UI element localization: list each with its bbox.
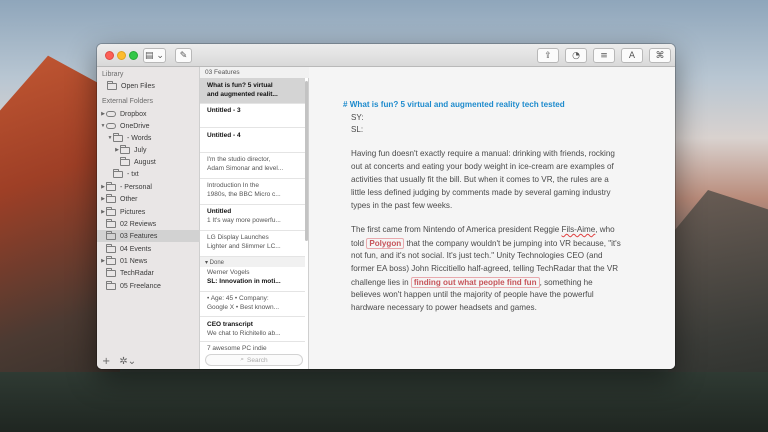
folder-icon	[113, 168, 123, 178]
search-icon: ⌕	[240, 356, 245, 363]
folder-icon	[106, 218, 116, 228]
note-item[interactable]: What is fun? 5 virtual and augmented rea…	[200, 78, 305, 104]
sidebar-item-05-freelance[interactable]: 05 Freelance	[97, 280, 200, 292]
paragraph-line: types in the past few weeks.	[351, 201, 453, 210]
sidebar-item-onedrive[interactable]: ▼ OneDrive	[97, 120, 200, 132]
paragraph-line: out at concerts and eating your body wei…	[351, 162, 614, 171]
note-item[interactable]: I'm the studio director, Adam Simonar an…	[200, 153, 305, 179]
folder-icon	[106, 280, 116, 290]
share-icon[interactable]: ⇪	[537, 48, 559, 63]
note-item[interactable]: Untitled 1 It's way more powerfu...	[200, 205, 305, 231]
folder-icon	[106, 255, 116, 265]
sidebar-item-techradar[interactable]: TechRadar	[97, 267, 200, 279]
paragraph-line: challenge lies in finding out what peopl…	[351, 277, 593, 288]
sidebar-item-01-news[interactable]: ▶ 01 News	[97, 255, 200, 267]
sidebar-item-august[interactable]: August	[97, 156, 200, 168]
folder-icon	[120, 156, 130, 166]
sidebar-item-03-features[interactable]: 03 Features	[97, 230, 200, 242]
paragraph-line: believes won't happen until the majority…	[351, 290, 594, 299]
polygon-link[interactable]: Polygon	[366, 238, 405, 249]
paragraph-line: hardware necessary to power headsets and…	[351, 303, 537, 312]
folder-icon	[106, 181, 116, 191]
close-window-button[interactable]	[105, 51, 114, 60]
compose-icon[interactable]: ✎	[175, 48, 192, 63]
note-list-folder-title: 03 Features	[200, 67, 309, 78]
window-titlebar: ▤ ⌄ ✎ ⇪ ◔ ≡ A ⌘	[97, 44, 675, 67]
sidebar-footer: + ✲⌄	[97, 353, 200, 369]
note-item[interactable]: LG Display Launches Lighter and Slimmer …	[200, 231, 305, 257]
folder-icon	[106, 267, 116, 277]
sidebar-item-dropbox[interactable]: ▶ Dropbox	[97, 108, 200, 120]
sidebar-item-personal[interactable]: ▶ - Personal	[97, 181, 200, 193]
folder-icon	[113, 132, 123, 142]
folder-icon	[106, 193, 116, 203]
misspelled-word[interactable]: Fils-Aime	[562, 225, 596, 234]
library-sidebar: Library Open Files External Folders ▶ Dr…	[97, 67, 200, 369]
search-input[interactable]: ⌕ Search	[205, 354, 303, 366]
document-heading: # What is fun? 5 virtual and augmented r…	[343, 100, 565, 109]
note-item[interactable]: • Age: 45 • Company: Google X • Best kno…	[200, 292, 305, 317]
sl-line: SL:	[351, 125, 364, 134]
sidebar-item-04-events[interactable]: 04 Events	[97, 243, 200, 255]
find-fun-link[interactable]: finding out what people find fun	[410, 277, 540, 288]
attachment-icon[interactable]: ⌘	[649, 48, 671, 63]
folder-icon	[120, 144, 130, 154]
done-section-header[interactable]: ▾ Done	[200, 257, 305, 267]
minimize-window-button[interactable]	[117, 51, 126, 60]
paragraph-line: Having fun doesn't exactly require a man…	[351, 149, 615, 158]
sidebar-item-txt[interactable]: - txt	[97, 168, 200, 180]
sidebar-item-open-files[interactable]: Open Files	[97, 80, 200, 92]
note-item[interactable]: Untitled - 4	[200, 128, 305, 153]
note-list-scrollbar[interactable]	[305, 81, 308, 241]
sidebar-item-words[interactable]: ▼ - Words	[97, 132, 200, 144]
sidebar-item-july[interactable]: ▶ July	[97, 144, 200, 156]
paragraph-line: The first came from Nintendo of America …	[351, 225, 615, 234]
library-heading: Library	[102, 71, 124, 78]
folder-icon	[106, 243, 116, 253]
paragraph-line: activities that usually fit the bill. Bu…	[351, 175, 609, 184]
external-folders-heading: External Folders	[102, 98, 153, 105]
paragraph-line: not fun, and it's not social. It's just …	[351, 251, 603, 260]
sidebar-item-02-reviews[interactable]: 02 Reviews	[97, 218, 200, 230]
note-item[interactable]: CEO transcript We chat to Richitello ab.…	[200, 317, 305, 342]
editor-pane[interactable]: # What is fun? 5 virtual and augmented r…	[309, 67, 675, 369]
folder-icon	[106, 206, 116, 216]
sy-line: SY:	[351, 113, 364, 122]
note-item[interactable]: Introduction In the 1980s, the BBC Micro…	[200, 179, 305, 205]
add-folder-button[interactable]: +	[102, 356, 110, 367]
cloud-icon	[106, 111, 116, 117]
settings-gear-icon[interactable]: ✲⌄	[119, 356, 136, 367]
sidebar-item-pictures[interactable]: ▶ Pictures	[97, 206, 200, 218]
sidebar-item-other[interactable]: ▶ Other	[97, 193, 200, 205]
paragraph-line: little less defined judging by comments …	[351, 188, 611, 197]
open-files-icon	[107, 80, 117, 90]
paragraph-line: former EA boss) John Riccitiello half-ag…	[351, 264, 619, 273]
paragraph-line: told Polygon that the company wouldn't b…	[351, 238, 621, 249]
note-list: 03 Features What is fun? 5 virtual and a…	[200, 67, 309, 369]
note-item[interactable]: 7 awesome PC indie	[200, 342, 305, 354]
list-icon[interactable]: ≡	[593, 48, 615, 63]
note-item[interactable]: Untitled - 3	[200, 104, 305, 128]
cloud-icon	[106, 123, 116, 129]
folder-icon	[106, 230, 116, 240]
stats-icon[interactable]: ◔	[565, 48, 587, 63]
sidebar-toggle-icon[interactable]: ▤ ⌄	[143, 48, 166, 63]
font-icon[interactable]: A	[621, 48, 643, 63]
app-window: ▤ ⌄ ✎ ⇪ ◔ ≡ A ⌘ Library Open Files Exter…	[97, 44, 675, 369]
note-item[interactable]: Werner Vogels SL: Innovation in moti...	[200, 267, 305, 292]
wallpaper-valley	[0, 372, 768, 432]
zoom-window-button[interactable]	[129, 51, 138, 60]
